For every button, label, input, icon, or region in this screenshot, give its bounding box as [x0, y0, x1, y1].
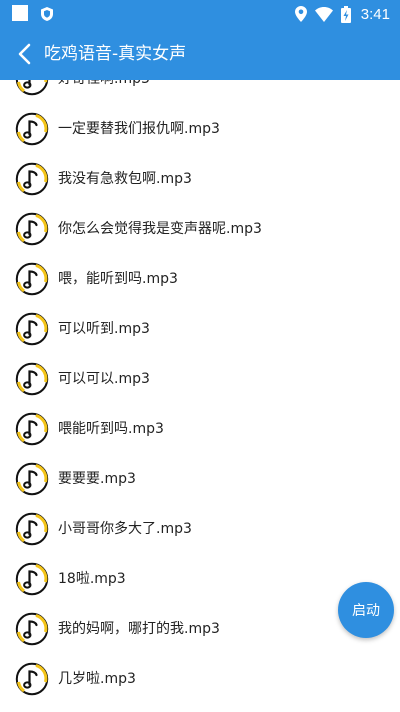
list-item-label: 一定要替我们报仇啊.mp3: [58, 121, 220, 137]
list-item-label: 我的妈啊，哪打的我.mp3: [58, 621, 220, 637]
list-item[interactable]: 好奇怪啊.mp3: [0, 80, 400, 104]
music-note-icon: [15, 362, 49, 396]
list-item[interactable]: 要要要.mp3: [0, 454, 400, 504]
list-item-label: 喂能听到吗.mp3: [58, 421, 164, 437]
list-item[interactable]: 喂能听到吗.mp3: [0, 404, 400, 454]
list-item-label: 我没有急救包啊.mp3: [58, 171, 192, 187]
app-bar: 吃鸡语音-真实女声: [0, 28, 400, 80]
list-item-label: 你怎么会觉得我是变声器呢.mp3: [58, 221, 262, 237]
list-item[interactable]: 喂，能听到吗.mp3: [0, 254, 400, 304]
list-item-label: 喂，能听到吗.mp3: [58, 271, 178, 287]
battery-charging-icon: [340, 5, 351, 23]
music-note-icon: [15, 512, 49, 546]
list-item[interactable]: 可以可以.mp3: [0, 354, 400, 404]
list-item[interactable]: 可以听到.mp3: [0, 304, 400, 354]
status-time: 3:41: [360, 5, 390, 23]
music-note-icon: [15, 212, 49, 246]
list-item-label: 可以听到.mp3: [58, 321, 150, 337]
shield-icon: [41, 7, 53, 21]
music-note-icon: [15, 662, 49, 696]
status-bar: 3:41: [0, 0, 400, 28]
music-note-icon: [15, 112, 49, 146]
list-item[interactable]: 一定要替我们报仇啊.mp3: [0, 104, 400, 154]
music-note-icon: [15, 412, 49, 446]
list-item[interactable]: 小哥哥你多大了.mp3: [0, 504, 400, 554]
start-button[interactable]: 启动: [338, 582, 394, 638]
list-item-label: 几岁啦.mp3: [58, 671, 136, 687]
list-item-label: 18啦.mp3: [58, 571, 126, 587]
app-square-icon: [12, 5, 28, 21]
list-item[interactable]: 你怎么会觉得我是变声器呢.mp3: [0, 204, 400, 254]
wifi-icon: [314, 6, 333, 22]
chevron-left-icon[interactable]: [12, 40, 40, 68]
location-icon: [294, 6, 307, 22]
music-note-icon: [15, 312, 49, 346]
music-note-icon: [15, 562, 49, 596]
list-item-label: 好奇怪啊.mp3: [58, 80, 150, 91]
list-item[interactable]: 几岁啦.mp3: [0, 654, 400, 704]
list-item-label: 要要要.mp3: [58, 471, 136, 487]
music-note-icon: [15, 262, 49, 296]
list-item-label: 可以可以.mp3: [58, 371, 150, 387]
music-note-icon: [15, 462, 49, 496]
list-item-label: 小哥哥你多大了.mp3: [58, 521, 192, 537]
page-title: 吃鸡语音-真实女声: [44, 44, 187, 64]
list-item[interactable]: 我没有急救包啊.mp3: [0, 154, 400, 204]
music-note-icon: [15, 612, 49, 646]
music-note-icon: [15, 162, 49, 196]
music-note-icon: [15, 80, 49, 96]
